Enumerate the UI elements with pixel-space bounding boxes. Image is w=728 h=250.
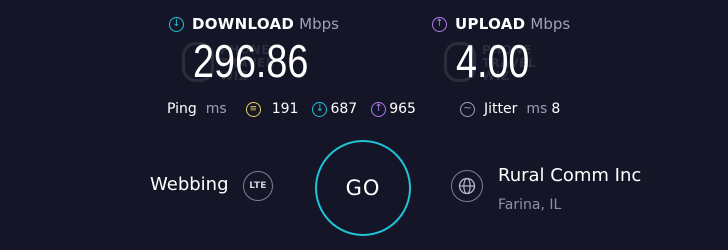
provider-name: Webbing bbox=[150, 174, 229, 195]
jitter-label: Jitter bbox=[484, 101, 518, 117]
upload-header: ↑ UPLOAD Mbps bbox=[432, 15, 570, 33]
globe-icon[interactable] bbox=[451, 170, 483, 202]
jitter-row: ~ Jitter ms 8 bbox=[460, 101, 560, 117]
go-button[interactable]: GO bbox=[315, 140, 411, 236]
globe-icon-glyph bbox=[458, 177, 476, 195]
download-value: 296.86 bbox=[193, 35, 309, 87]
upload-arrow-icon: ↑ bbox=[432, 16, 447, 32]
connection-type-label: LTE bbox=[249, 181, 267, 191]
download-unit: Mbps bbox=[299, 15, 339, 33]
ping-idle-value: 191 bbox=[271, 101, 299, 117]
ping-row: Ping ms ≡ 191 ↓ 687 ↑ 965 bbox=[167, 101, 416, 117]
go-button-label: GO bbox=[345, 176, 381, 200]
jitter-unit: ms bbox=[526, 101, 548, 117]
upload-value: 4.00 bbox=[456, 35, 530, 87]
download-arrow-icon: ↓ bbox=[169, 16, 184, 32]
lte-connection-icon: LTE bbox=[243, 171, 273, 201]
server-name[interactable]: Rural Comm Inc bbox=[498, 165, 641, 186]
ping-download-value: 687 bbox=[330, 101, 358, 117]
jitter-icon: ~ bbox=[460, 101, 475, 117]
download-label: DOWNLOAD bbox=[192, 15, 295, 33]
ping-download-icon: ↓ bbox=[312, 101, 328, 117]
ping-upload-value: 965 bbox=[389, 101, 416, 117]
ping-idle-icon: ≡ bbox=[245, 101, 261, 117]
upload-label: UPLOAD bbox=[455, 15, 526, 33]
download-header: ↓ DOWNLOAD Mbps bbox=[169, 15, 339, 33]
ping-upload-icon: ↑ bbox=[371, 101, 387, 117]
ping-unit: ms bbox=[205, 101, 227, 117]
upload-unit: Mbps bbox=[530, 15, 571, 33]
server-location: Farina, IL bbox=[498, 197, 562, 213]
jitter-value: 8 bbox=[551, 101, 561, 117]
ping-label: Ping bbox=[167, 101, 197, 117]
